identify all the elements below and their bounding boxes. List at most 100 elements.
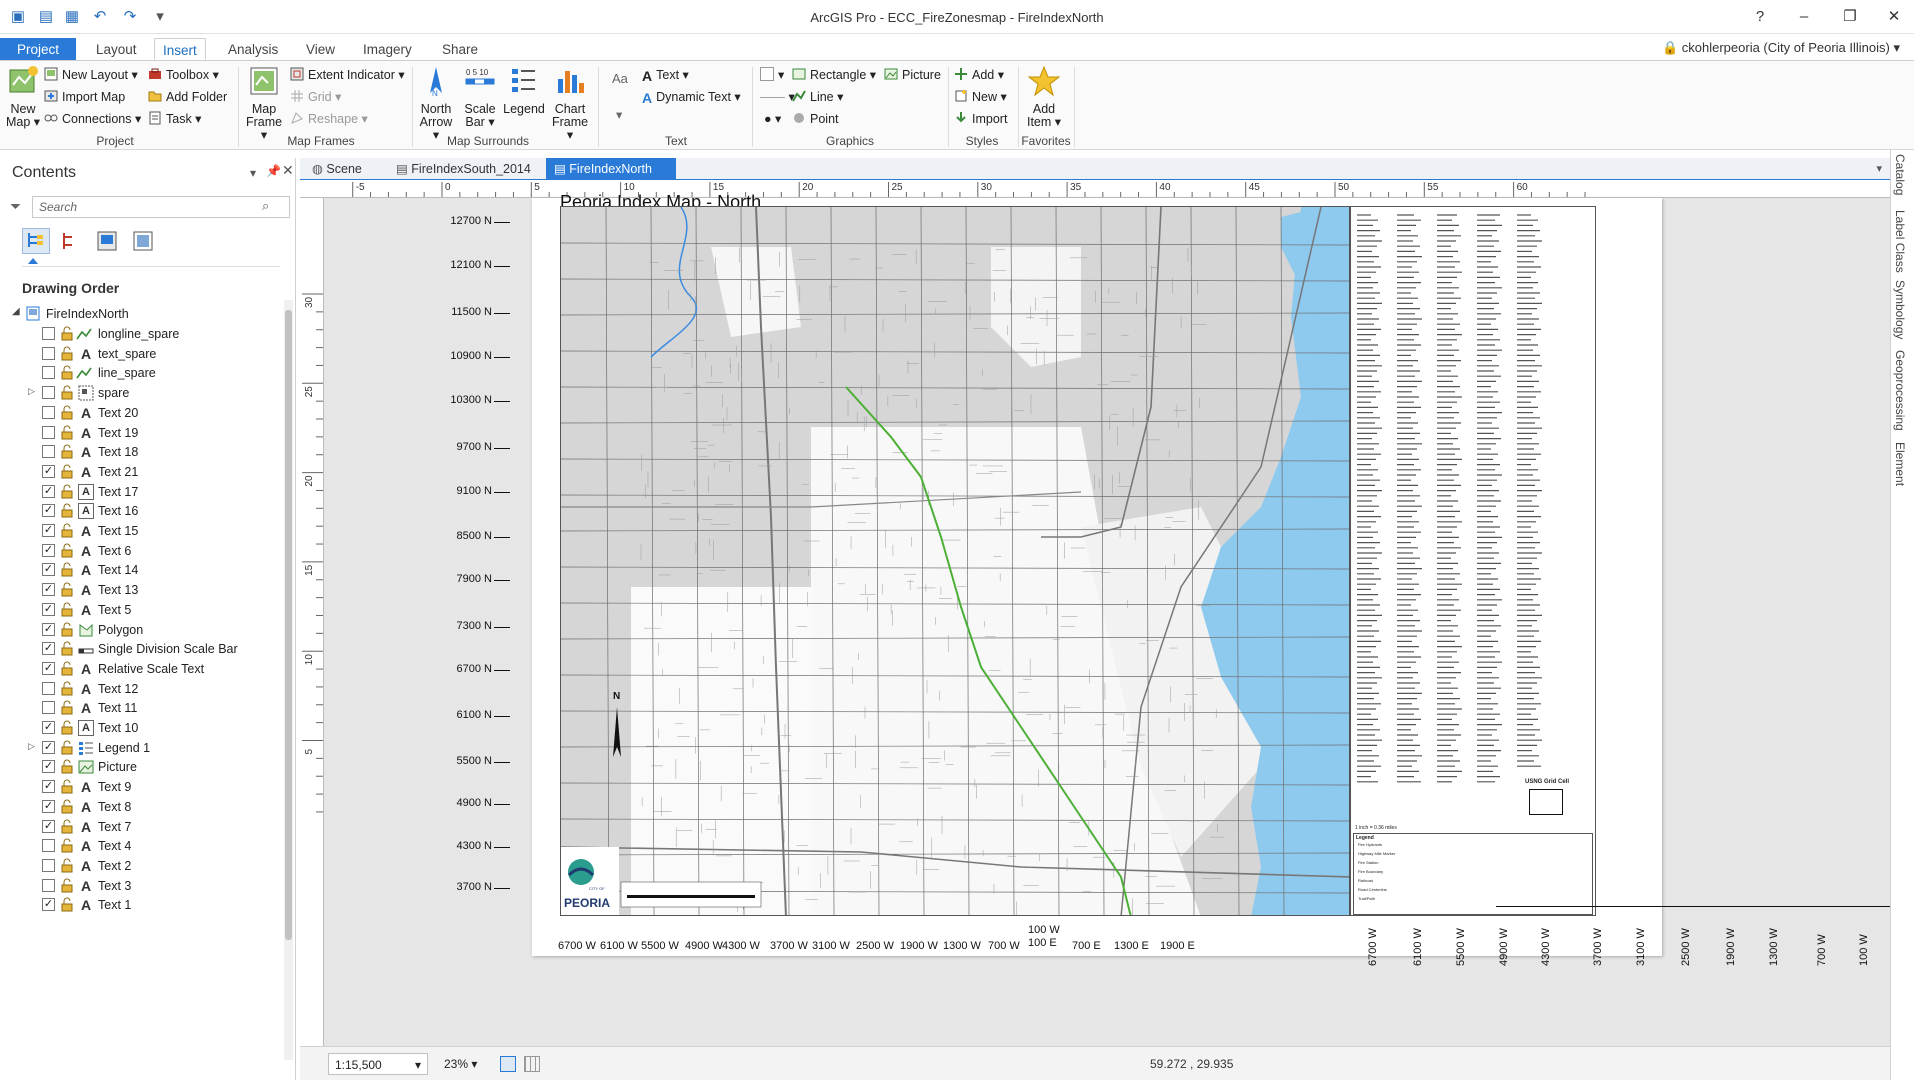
layer-item[interactable]: ✓ A Text 10: [0, 718, 280, 738]
close-pane-icon[interactable]: ✕: [282, 162, 294, 179]
layer-item[interactable]: ✓ A Text 16: [0, 501, 280, 521]
lock-icon[interactable]: [60, 838, 74, 853]
picture-button[interactable]: Picture: [884, 67, 941, 82]
layer-item[interactable]: ▷ ✓ Legend 1: [0, 738, 280, 758]
layer-item[interactable]: ✓ A Text 9: [0, 777, 280, 797]
help-button[interactable]: ?: [1746, 6, 1774, 28]
layer-item[interactable]: ✓ A Text 7: [0, 817, 280, 837]
tab-view[interactable]: View: [298, 38, 343, 60]
visibility-checkbox[interactable]: ✓: [42, 484, 55, 498]
layer-item[interactable]: A Text 3: [0, 876, 280, 896]
point-symbol-dropdown[interactable]: ● ▾: [764, 111, 781, 126]
layer-item[interactable]: ✓ A Text 1: [0, 895, 280, 915]
chart-frame-button[interactable]: Chart Frame ▾: [548, 65, 592, 142]
visibility-checkbox[interactable]: ✓: [42, 819, 55, 833]
visibility-checkbox[interactable]: ✓: [42, 780, 55, 794]
lock-icon[interactable]: [60, 543, 74, 558]
lock-icon[interactable]: [60, 799, 74, 814]
legend-button[interactable]: Legend: [502, 65, 546, 116]
visibility-checkbox[interactable]: [42, 878, 55, 892]
reshape-button[interactable]: Reshape ▾: [290, 111, 368, 126]
lock-icon[interactable]: [60, 444, 74, 459]
minimize-button[interactable]: –: [1790, 6, 1818, 28]
layer-item[interactable]: ✓ Picture: [0, 757, 280, 777]
layer-item[interactable]: A Text 11: [0, 698, 280, 718]
user-account[interactable]: 🔒 ckohlerpeoria (City of Peoria Illinois…: [1662, 40, 1900, 56]
scale-bar-button[interactable]: 0 5 10 Scale Bar ▾: [460, 65, 500, 129]
layer-item[interactable]: ✓ A Text 15: [0, 521, 280, 541]
tab-analysis[interactable]: Analysis: [220, 38, 286, 60]
selection-view-button[interactable]: [60, 230, 82, 255]
lock-icon[interactable]: [60, 661, 74, 676]
lock-icon[interactable]: [60, 681, 74, 696]
layer-item[interactable]: longline_spare: [0, 324, 280, 344]
search-icon[interactable]: ⌕: [262, 198, 269, 214]
dynamic-text-button[interactable]: A Dynamic Text ▾: [642, 89, 741, 106]
visibility-checkbox[interactable]: ✓: [42, 642, 55, 656]
snap-to-grid-icon[interactable]: [524, 1056, 540, 1072]
tab-share[interactable]: Share: [434, 38, 486, 60]
catalog-pane-tab[interactable]: Catalog: [1893, 154, 1907, 195]
grid-button[interactable]: Grid ▾: [290, 89, 341, 104]
data-source-view-button[interactable]: [96, 230, 118, 255]
visibility-checkbox[interactable]: ✓: [42, 524, 55, 537]
layer-item[interactable]: ✓ A Relative Scale Text: [0, 659, 280, 679]
tab-layout[interactable]: Layout: [88, 38, 145, 60]
lock-icon[interactable]: [60, 897, 74, 912]
tab-project[interactable]: Project: [0, 38, 76, 60]
visibility-checkbox[interactable]: [42, 445, 55, 459]
layer-item[interactable]: A Text 2: [0, 856, 280, 876]
text-button[interactable]: A Text ▾: [642, 67, 689, 84]
drawing-order-view-button[interactable]: [22, 228, 50, 254]
label-class-pane-tab[interactable]: Label Class: [1893, 210, 1907, 273]
new-style-button[interactable]: New ▾: [954, 89, 1007, 104]
lock-icon[interactable]: [60, 582, 74, 597]
fill-symbol-dropdown[interactable]: ▾: [760, 67, 784, 82]
lock-icon[interactable]: [60, 602, 74, 617]
lock-icon[interactable]: [60, 484, 74, 499]
tab-list-dropdown-icon[interactable]: ▾: [1876, 162, 1882, 175]
visibility-checkbox[interactable]: [42, 386, 55, 400]
lock-icon[interactable]: [60, 523, 74, 538]
pane-options-icon[interactable]: ▾: [250, 166, 256, 180]
contents-search-input[interactable]: Search: [32, 196, 290, 218]
map-frame[interactable]: N CITY OF PEORIA: [560, 206, 1350, 916]
zoom-select[interactable]: 23% ▾: [438, 1053, 486, 1075]
line-button[interactable]: Line ▾: [792, 89, 843, 104]
rectangle-button[interactable]: Rectangle ▾: [792, 67, 876, 82]
connections-button[interactable]: Connections ▾: [44, 111, 141, 126]
visibility-checkbox[interactable]: ✓: [42, 602, 55, 616]
visibility-checkbox[interactable]: [42, 327, 55, 340]
lock-icon[interactable]: [60, 740, 74, 755]
lock-icon[interactable]: [60, 326, 74, 341]
visibility-checkbox[interactable]: ✓: [42, 583, 55, 597]
visibility-checkbox[interactable]: ✓: [42, 760, 55, 774]
toolbox-button[interactable]: Toolbox ▾: [148, 67, 219, 82]
visibility-checkbox[interactable]: ✓: [42, 504, 55, 518]
task-button[interactable]: Task ▾: [148, 111, 201, 126]
visibility-checkbox[interactable]: [42, 366, 55, 380]
layer-item[interactable]: A Text 4: [0, 836, 280, 856]
visibility-checkbox[interactable]: [42, 405, 55, 419]
layer-item[interactable]: line_spare: [0, 363, 280, 383]
import-style-button[interactable]: Import: [954, 111, 1007, 126]
collapse-icon[interactable]: ◢: [12, 306, 20, 317]
import-map-button[interactable]: Import Map: [44, 89, 125, 104]
visibility-checkbox[interactable]: [42, 425, 55, 439]
tab-imagery[interactable]: Imagery: [355, 38, 420, 60]
snap-to-guides-icon[interactable]: [500, 1056, 516, 1072]
layer-item[interactable]: ✓ A Text 8: [0, 797, 280, 817]
map-frame-button[interactable]: Map Frame ▾: [244, 65, 284, 142]
layer-item[interactable]: ✓ Single Division Scale Bar: [0, 639, 280, 659]
visibility-checkbox[interactable]: ✓: [42, 661, 55, 675]
layer-item[interactable]: ✓ A Text 5: [0, 600, 280, 620]
visibility-checkbox[interactable]: ✓: [42, 721, 55, 734]
lock-icon[interactable]: [60, 759, 74, 774]
doc-tab-scene[interactable]: ◍ Scene: [304, 158, 370, 180]
layer-item[interactable]: Atext_spare: [0, 344, 280, 364]
doc-tab-fireindexsouth[interactable]: ▤ FireIndexSouth_2014: [388, 158, 539, 180]
doc-tab-fireindexnorth[interactable]: ▤ FireIndexNorth ✕: [546, 158, 676, 191]
extent-indicator-button[interactable]: Extent Indicator ▾: [290, 67, 405, 82]
lock-icon[interactable]: [60, 878, 74, 893]
lock-icon[interactable]: [60, 425, 74, 440]
